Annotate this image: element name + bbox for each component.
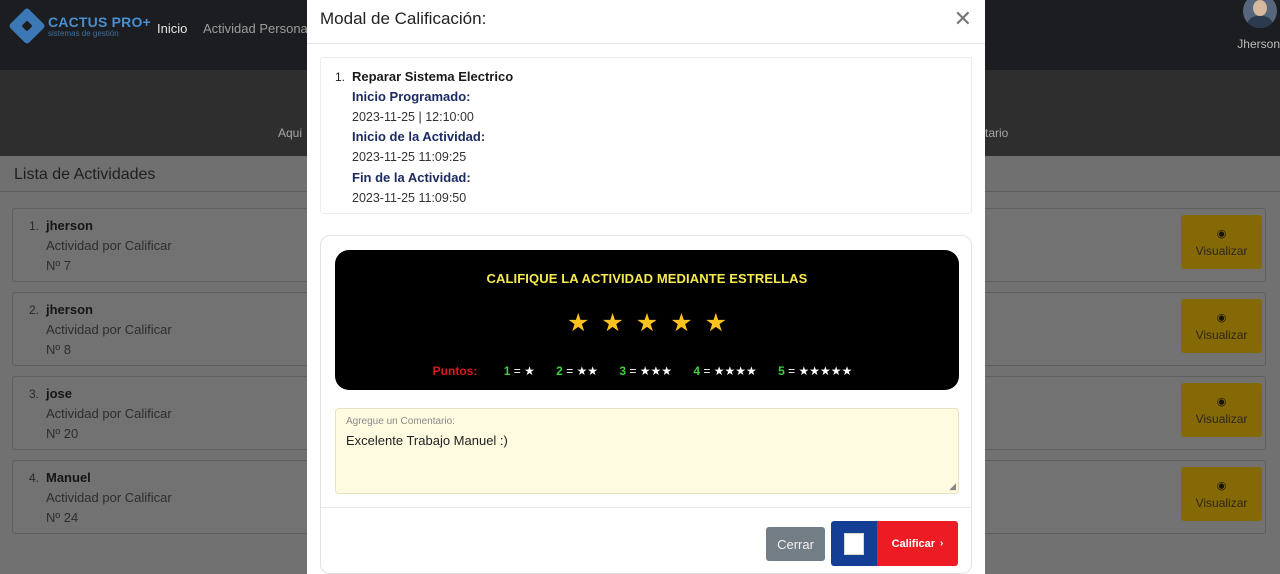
legend-item: 2 = ★★: [556, 364, 599, 378]
nav-link-actividad-personal[interactable]: Actividad Persona: [203, 21, 308, 36]
eye-icon: ◉: [1216, 311, 1227, 324]
list-item-description: Actividad por Calificar: [46, 322, 172, 337]
inicio-programado-value: 2023-11-25 | 12:10:00: [352, 110, 474, 124]
fin-actividad-value: 2023-11-25 11:09:50: [352, 191, 467, 205]
legend-label: Puntos:: [432, 364, 478, 378]
visualizar-label: Visualizar: [1195, 495, 1248, 510]
star-icon-4[interactable]: ★: [670, 308, 692, 338]
brand-name: CACTUS PRO+: [48, 13, 151, 30]
activity-detail: 1. Reparar Sistema Electrico Inicio Prog…: [320, 57, 972, 214]
close-icon[interactable]: ✕: [954, 6, 972, 32]
visualizar-label: Visualizar: [1195, 243, 1248, 258]
resize-handle-icon[interactable]: ◢: [949, 481, 956, 492]
inicio-programado-label: Inicio Programado:: [352, 89, 471, 104]
user-name[interactable]: Jherson: [1237, 37, 1280, 51]
star-icon-5[interactable]: ★: [705, 308, 727, 338]
user-avatar[interactable]: [1243, 0, 1277, 28]
list-item-name: jose: [46, 386, 73, 401]
list-item-description: Actividad por Calificar: [46, 490, 172, 505]
rating-modal: Modal de Calificación: ✕ 1. Reparar Sist…: [307, 0, 985, 574]
visualizar-button[interactable]: ◉ Visualizar: [1181, 299, 1262, 353]
list-item-number: 3.: [29, 387, 40, 401]
list-item-number: 1.: [29, 219, 40, 233]
list-item-number: 2.: [29, 303, 40, 317]
calificar-label: Calificar: [891, 537, 936, 550]
nav-link-inicio[interactable]: Inicio: [157, 21, 187, 36]
rating-heading: CALIFIQUE LA ACTIVIDAD MEDIANTE ESTRELLA…: [486, 271, 808, 286]
list-item-number-code: Nº 24: [46, 510, 79, 525]
star-icon-3[interactable]: ★: [636, 308, 658, 338]
brand-subtitle: sistemas de gestión: [48, 28, 119, 38]
list-item-description: Actividad por Calificar: [46, 406, 172, 421]
legend-item: 1 = ★: [503, 364, 535, 378]
rating-card: CALIFIQUE LA ACTIVIDAD MEDIANTE ESTRELLA…: [320, 235, 972, 574]
list-item-name: Manuel: [46, 470, 91, 485]
star-icon-2[interactable]: ★: [601, 308, 623, 338]
modal-footer-divider: [321, 507, 971, 508]
activity-number: 1.: [335, 70, 346, 84]
visualizar-button[interactable]: ◉ Visualizar: [1181, 467, 1262, 521]
visualizar-button[interactable]: ◉ Visualizar: [1181, 215, 1262, 269]
square-icon: [844, 532, 864, 555]
comment-label: Agregue un Comentario:: [346, 416, 455, 427]
points-legend: Puntos: 1 = ★ 2 = ★★ 3 = ★★★ 4 = ★★★★ 5 …: [335, 364, 959, 378]
visualizar-label: Visualizar: [1195, 411, 1248, 426]
list-item-name: jherson: [46, 218, 93, 233]
inicio-actividad-label: Inicio de la Actividad:: [352, 129, 486, 144]
comment-value[interactable]: Excelente Trabajo Manuel :): [346, 433, 508, 448]
activity-title: Reparar Sistema Electrico: [352, 69, 514, 84]
visualizar-button[interactable]: ◉ Visualizar: [1181, 383, 1262, 437]
calificar-button[interactable]: Calificar ›: [831, 521, 958, 566]
eye-icon: ◉: [1216, 395, 1227, 408]
list-item-description: Actividad por Calificar: [46, 238, 172, 253]
star-rating: ★ ★ ★ ★ ★: [335, 308, 959, 338]
list-item-number-code: Nº 7: [46, 258, 71, 273]
list-item-number-code: Nº 8: [46, 342, 71, 357]
star-icon-1[interactable]: ★: [567, 308, 589, 338]
list-item-number: 4.: [29, 471, 40, 485]
band-left-text: Aqui: [278, 126, 303, 140]
band-right-text: tario: [985, 126, 1009, 140]
modal-title: Modal de Calificación:: [320, 9, 487, 28]
eye-icon: ◉: [1216, 479, 1227, 492]
modal-header: Modal de Calificación: ✕: [307, 0, 985, 44]
brand[interactable]: CACTUS PRO+ sistemas de gestión: [8, 7, 151, 45]
legend-item: 3 = ★★★: [619, 364, 673, 378]
comment-textarea[interactable]: Agregue un Comentario: Excelente Trabajo…: [335, 408, 959, 494]
stars-panel: CALIFIQUE LA ACTIVIDAD MEDIANTE ESTRELLA…: [335, 250, 959, 390]
brand-logo-icon: [8, 7, 46, 45]
legend-item: 5 = ★★★★★: [778, 364, 853, 378]
chevron-right-icon: ›: [940, 538, 944, 549]
list-item-number-code: Nº 20: [46, 426, 79, 441]
visualizar-label: Visualizar: [1195, 327, 1248, 342]
card-title: Lista de Actividades: [14, 166, 156, 183]
list-item-name: jherson: [46, 302, 93, 317]
fin-actividad-label: Fin de la Actividad:: [352, 170, 471, 185]
inicio-actividad-value: 2023-11-25 11:09:25: [352, 150, 467, 164]
legend-item: 4 = ★★★★: [693, 364, 757, 378]
eye-icon: ◉: [1216, 227, 1227, 240]
cerrar-button[interactable]: Cerrar: [766, 527, 825, 561]
